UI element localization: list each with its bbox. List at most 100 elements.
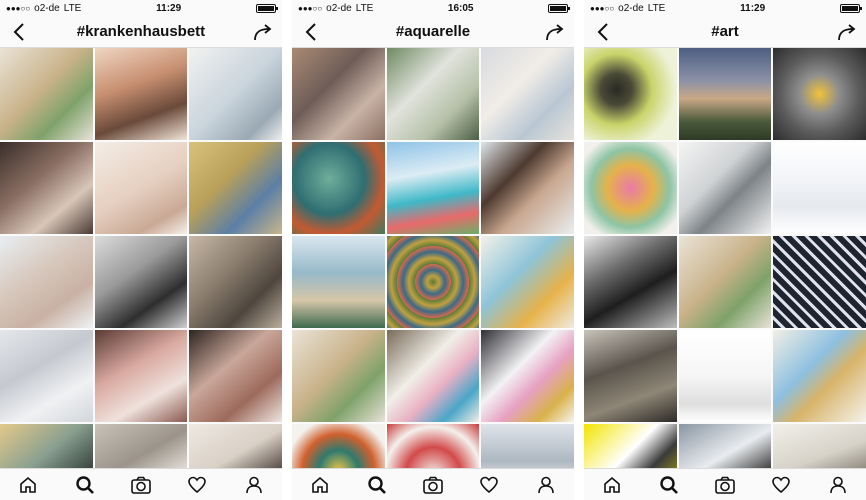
battery-icon [548, 3, 570, 13]
nav-bar: #art [584, 16, 866, 48]
photo-thumbnail[interactable] [773, 236, 866, 328]
phone-screen-art: ●●●○○ o2-de LTE 11:29 #art [584, 0, 866, 500]
hashtag-title: #art [711, 23, 739, 40]
photo-thumbnail[interactable] [386, 142, 480, 234]
signal-dots-icon: ●●●○○ [590, 3, 615, 13]
share-arrow-icon[interactable] [252, 21, 274, 43]
signal-dots-icon: ●●●○○ [298, 3, 323, 13]
photo-thumbnail[interactable] [584, 236, 677, 328]
photo-thumbnail[interactable] [481, 48, 574, 140]
photo-thumbnail[interactable] [386, 424, 480, 468]
back-chevron-icon[interactable] [592, 21, 614, 43]
home-icon[interactable] [600, 473, 624, 497]
photo-thumbnail[interactable] [292, 330, 385, 422]
status-time: 11:29 [156, 2, 182, 14]
battery-icon [255, 3, 278, 13]
back-chevron-icon[interactable] [8, 21, 30, 43]
photo-thumbnail[interactable] [189, 330, 282, 422]
photo-thumbnail[interactable] [481, 142, 574, 234]
photo-thumbnail[interactable] [481, 424, 574, 468]
carrier-label: o2-de [618, 2, 644, 14]
photo-thumbnail[interactable] [0, 236, 93, 328]
search-icon[interactable] [657, 473, 681, 497]
photo-thumbnail[interactable] [189, 142, 282, 234]
photo-thumbnail[interactable] [386, 236, 480, 328]
photo-thumbnail[interactable] [773, 142, 866, 234]
photo-grid [0, 48, 282, 468]
battery-icon [839, 3, 862, 13]
tab-bar [0, 468, 282, 500]
photo-thumbnail[interactable] [94, 424, 188, 468]
photo-thumbnail[interactable] [0, 330, 93, 422]
photo-thumbnail[interactable] [94, 330, 188, 422]
camera-icon[interactable] [129, 473, 153, 497]
search-icon[interactable] [365, 473, 389, 497]
photo-grid [292, 48, 574, 468]
photo-thumbnail[interactable] [584, 48, 677, 140]
photo-thumbnail[interactable] [678, 142, 772, 234]
profile-icon[interactable] [826, 473, 850, 497]
status-left: ●●●○○ o2-de LTE [590, 3, 665, 14]
search-icon[interactable] [73, 473, 97, 497]
status-left: ●●●○○ o2-de LTE [6, 3, 81, 14]
photo-thumbnail[interactable] [678, 330, 772, 422]
nav-bar: #krankenhausbett [0, 16, 282, 48]
photo-thumbnail[interactable] [292, 48, 385, 140]
photo-thumbnail[interactable] [94, 236, 188, 328]
photo-thumbnail[interactable] [94, 48, 188, 140]
hashtag-title: #krankenhausbett [76, 23, 206, 40]
home-icon[interactable] [16, 473, 40, 497]
share-arrow-icon[interactable] [544, 21, 566, 43]
status-bar: ●●●○○ o2-de LTE 16:05 [292, 0, 574, 16]
status-time: 11:29 [740, 2, 766, 14]
tab-bar [584, 468, 866, 500]
profile-icon[interactable] [242, 473, 266, 497]
photo-thumbnail[interactable] [773, 424, 866, 468]
photo-thumbnail[interactable] [584, 330, 677, 422]
status-bar: ●●●○○ o2-de LTE 11:29 [0, 0, 282, 16]
photo-thumbnail[interactable] [678, 424, 772, 468]
share-arrow-icon[interactable] [836, 21, 858, 43]
photo-thumbnail[interactable] [584, 142, 677, 234]
photo-thumbnail[interactable] [0, 142, 93, 234]
photo-thumbnail[interactable] [292, 424, 385, 468]
photo-thumbnail[interactable] [481, 236, 574, 328]
photo-grid [584, 48, 866, 468]
phone-screen-aquarelle: ●●●○○ o2-de LTE 16:05 #aquarelle [292, 0, 574, 500]
heart-icon[interactable] [185, 473, 209, 497]
photo-thumbnail[interactable] [0, 424, 93, 468]
signal-dots-icon: ●●●○○ [6, 3, 31, 13]
photo-thumbnail[interactable] [189, 48, 282, 140]
photo-thumbnail[interactable] [292, 236, 385, 328]
home-icon[interactable] [308, 473, 332, 497]
status-bar: ●●●○○ o2-de LTE 11:29 [584, 0, 866, 16]
hashtag-title: #aquarelle [395, 23, 471, 40]
back-chevron-icon[interactable] [300, 21, 322, 43]
carrier-label: o2-de [326, 2, 352, 14]
photo-thumbnail[interactable] [584, 424, 677, 468]
carrier-label: o2-de [34, 2, 60, 14]
photo-thumbnail[interactable] [386, 48, 480, 140]
phone-screen-krankenhausbett: ●●●○○ o2-de LTE 11:29 #krankenhausbett [0, 0, 282, 500]
photo-thumbnail[interactable] [773, 330, 866, 422]
camera-icon[interactable] [713, 473, 737, 497]
network-label: LTE [355, 2, 374, 14]
photo-thumbnail[interactable] [94, 142, 188, 234]
photo-thumbnail[interactable] [481, 330, 574, 422]
status-time: 16:05 [447, 2, 474, 14]
network-label: LTE [63, 2, 82, 14]
photo-thumbnail[interactable] [773, 48, 866, 140]
camera-icon[interactable] [421, 473, 445, 497]
nav-bar: #aquarelle [292, 16, 574, 48]
network-label: LTE [647, 2, 666, 14]
photo-thumbnail[interactable] [189, 236, 282, 328]
photo-thumbnail[interactable] [0, 48, 93, 140]
photo-thumbnail[interactable] [189, 424, 282, 468]
heart-icon[interactable] [477, 473, 501, 497]
photo-thumbnail[interactable] [678, 236, 772, 328]
photo-thumbnail[interactable] [386, 330, 480, 422]
profile-icon[interactable] [534, 473, 558, 497]
photo-thumbnail[interactable] [678, 48, 772, 140]
heart-icon[interactable] [769, 473, 793, 497]
photo-thumbnail[interactable] [292, 142, 385, 234]
